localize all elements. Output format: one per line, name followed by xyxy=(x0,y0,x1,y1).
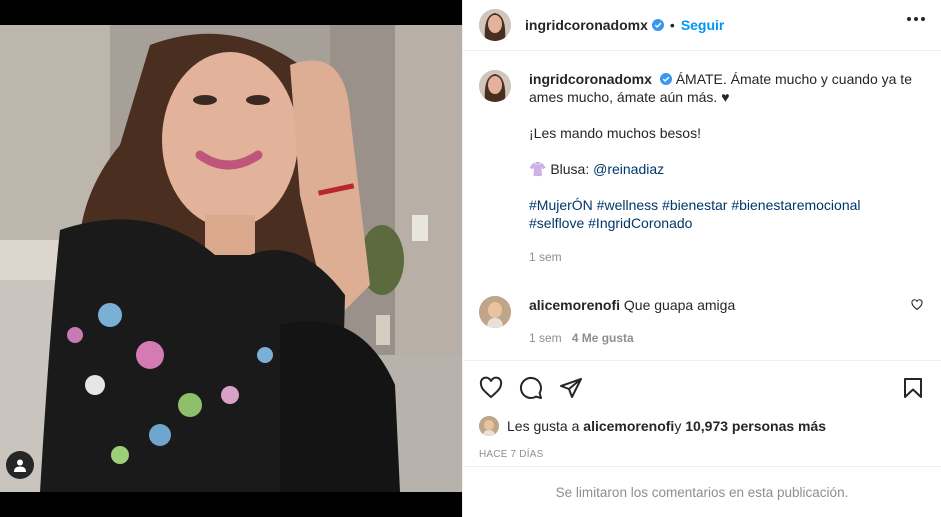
blouse-mention-link[interactable]: @reinadiaz xyxy=(593,161,664,177)
more-icon[interactable] xyxy=(907,17,925,21)
post-panel: ingridcoronadomx • Seguir ingridcoronado… xyxy=(462,0,941,517)
comment-text: Que guapa amiga xyxy=(623,297,736,313)
comments-section[interactable]: ingridcoronadomx ÁMATE. Ámate mucho y cu… xyxy=(463,52,941,361)
hashtags-line-2[interactable]: #selflove #IngridCoronado xyxy=(529,214,914,232)
user-tag-icon[interactable] xyxy=(6,451,34,479)
likes-prefix: Les gusta a xyxy=(507,418,580,434)
action-bar xyxy=(479,372,925,404)
heart-icon[interactable] xyxy=(479,376,503,403)
caption: ingridcoronadomx ÁMATE. Ámate mucho y cu… xyxy=(479,70,925,266)
likes-count[interactable]: 10,973 personas más xyxy=(685,418,826,434)
comment-like-heart-icon[interactable] xyxy=(911,298,923,314)
post-author-username[interactable]: ingridcoronadomx xyxy=(525,17,648,33)
post-photo xyxy=(0,25,462,492)
post-time-ago[interactable]: HACE 7 DÍAS xyxy=(479,449,543,460)
verified-icon xyxy=(651,19,664,31)
likes-middle: y xyxy=(674,418,682,434)
caption-line: ¡Les mando muchos besos! xyxy=(529,125,701,141)
post-header: ingridcoronadomx • Seguir xyxy=(463,0,941,51)
comment-item: alicemorenofi Que guapa amiga 1 sem 4 Me … xyxy=(479,296,925,347)
comment-likes[interactable]: 4 Me gusta xyxy=(572,331,634,345)
separator-dot: • xyxy=(669,17,675,33)
comment-username[interactable]: alicemorenofi xyxy=(529,297,620,313)
likes-user[interactable]: alicemorenofi xyxy=(583,418,674,434)
post-media[interactable] xyxy=(0,0,462,517)
caption-time[interactable]: 1 sem xyxy=(529,248,914,266)
avatar[interactable] xyxy=(479,9,511,41)
likes-summary[interactable]: Les gusta a alicemorenofi y 10,973 perso… xyxy=(479,416,826,436)
bookmark-icon[interactable] xyxy=(901,376,925,403)
avatar xyxy=(479,416,499,436)
comment-icon[interactable] xyxy=(519,376,543,403)
caption-username[interactable]: ingridcoronadomx xyxy=(529,71,652,87)
follow-button[interactable]: Seguir xyxy=(681,17,725,33)
share-icon[interactable] xyxy=(559,376,583,403)
blouse-label: 👚 Blusa: xyxy=(529,161,594,177)
comment-time[interactable]: 1 sem xyxy=(529,331,562,345)
avatar[interactable] xyxy=(479,70,511,102)
hashtags-line-1[interactable]: #MujerÓN #wellness #bienestar #bienestar… xyxy=(529,196,914,214)
comments-limited-notice: Se limitaron los comentarios en esta pub… xyxy=(463,466,941,517)
verified-icon xyxy=(659,73,672,85)
avatar[interactable] xyxy=(479,296,511,328)
